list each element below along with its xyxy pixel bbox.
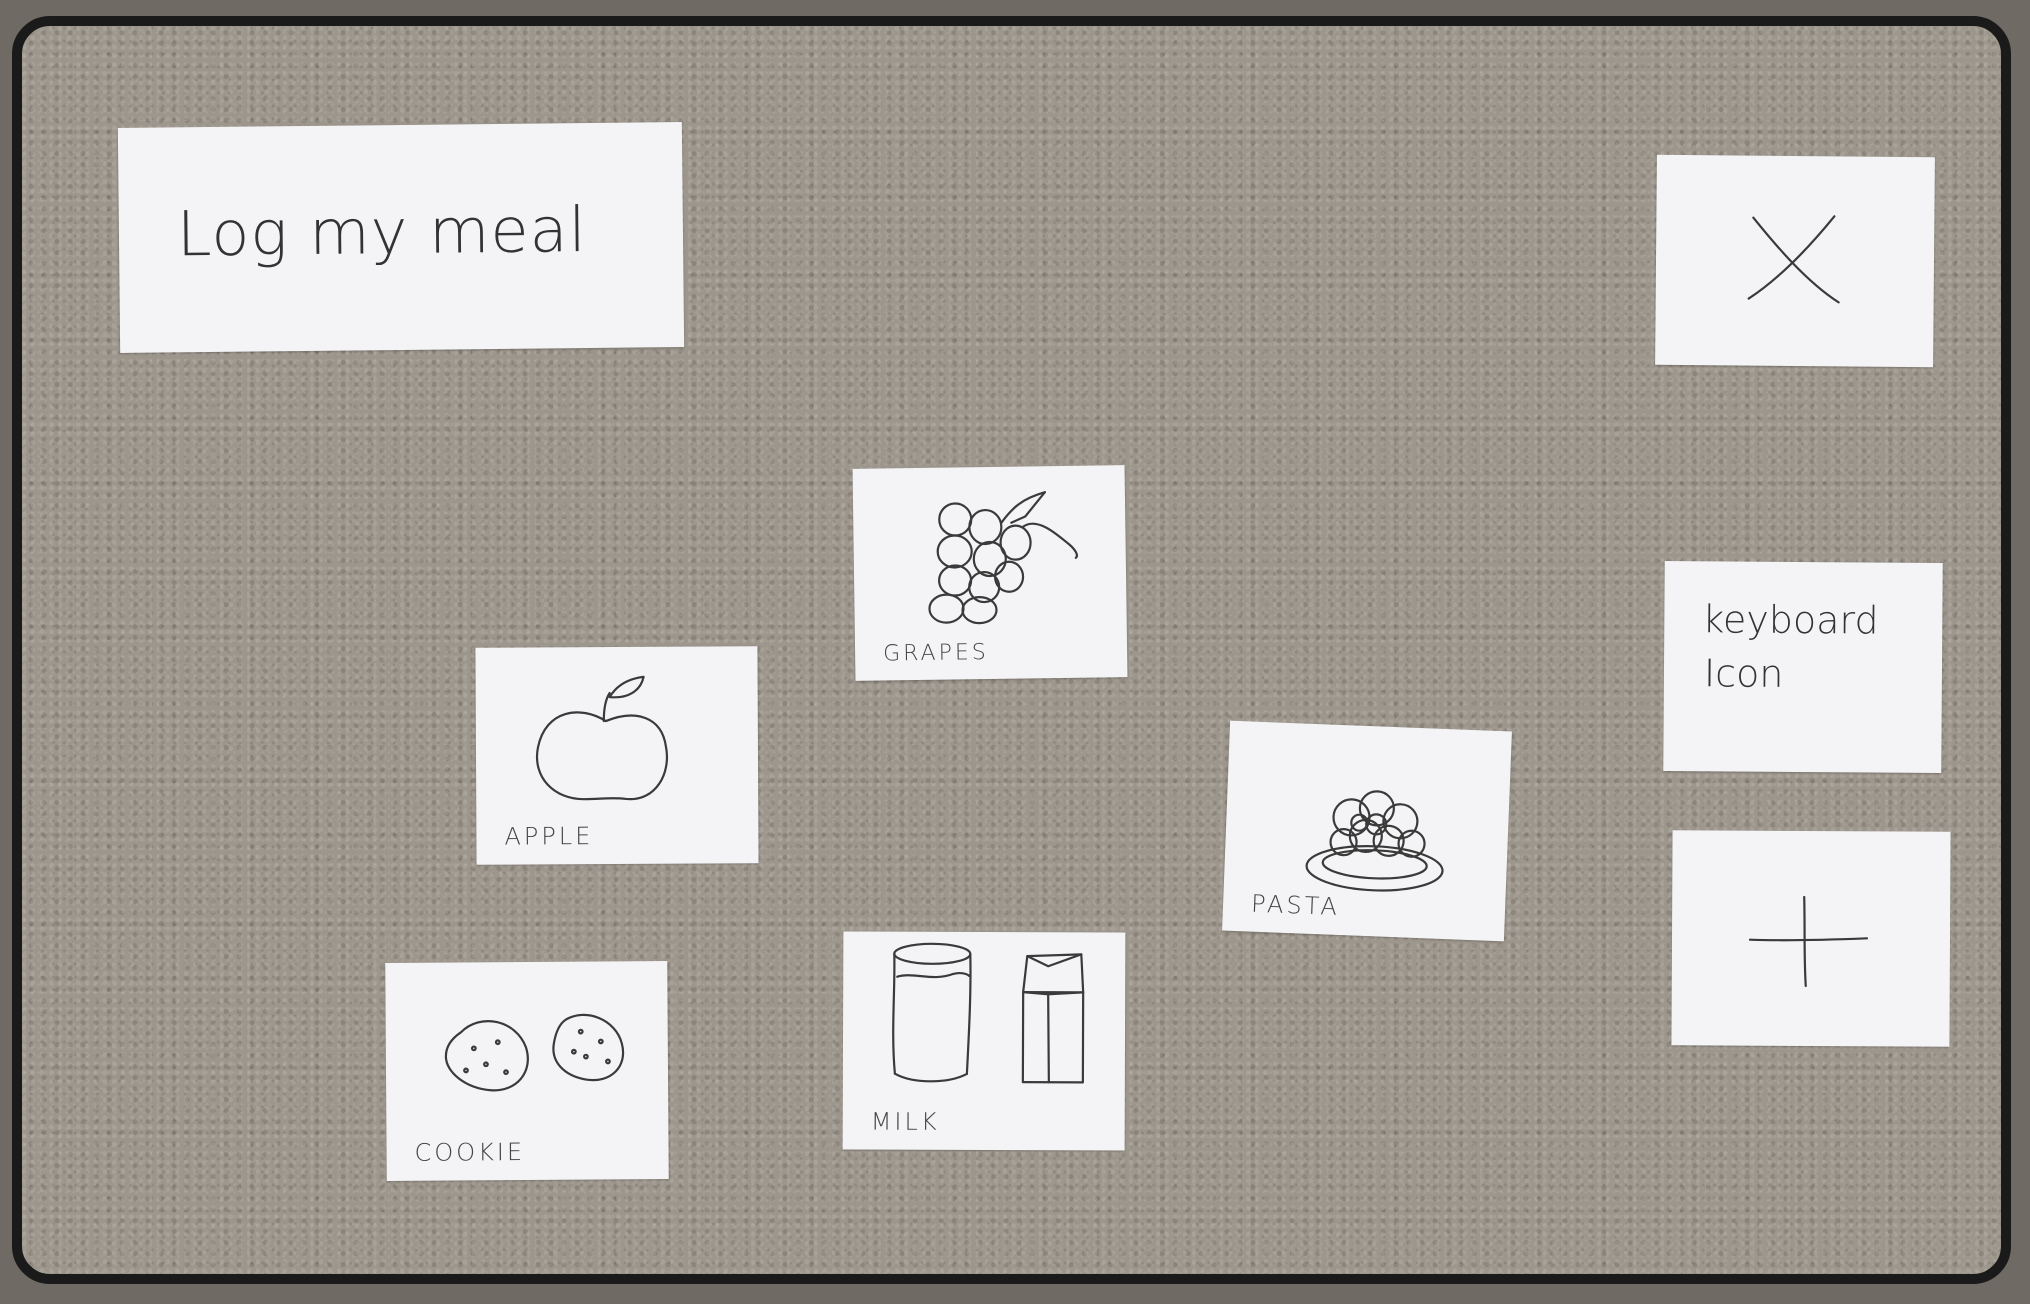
paper-prototype-screen: Log my meal keyboard Icon GRAPES APPLE P… [12, 16, 2011, 1284]
food-card-grapes[interactable]: GRAPES [852, 465, 1128, 681]
plus-icon [1748, 895, 1869, 988]
title-card: Log my meal [117, 122, 685, 353]
add-button[interactable] [1671, 830, 1951, 1047]
food-label-pasta: PASTA [1250, 889, 1341, 922]
keyboard-label-line2: Icon [1703, 651, 1784, 696]
food-card-milk[interactable]: MILK [842, 931, 1126, 1151]
close-icon [1747, 215, 1840, 304]
food-card-cookie[interactable]: COOKIE [385, 961, 669, 1181]
food-label-apple: APPLE [504, 822, 594, 851]
food-card-pasta[interactable]: PASTA [1222, 720, 1512, 942]
food-label-grapes: GRAPES [882, 640, 989, 667]
food-label-milk: MILK [870, 1107, 940, 1136]
keyboard-label-line1: keyboard [1702, 597, 1879, 643]
keyboard-button[interactable]: keyboard Icon [1663, 561, 1943, 773]
page-title: Log my meal [176, 193, 588, 271]
food-card-apple[interactable]: APPLE [475, 646, 759, 865]
food-label-cookie: COOKIE [414, 1138, 526, 1167]
close-button[interactable] [1655, 154, 1935, 368]
